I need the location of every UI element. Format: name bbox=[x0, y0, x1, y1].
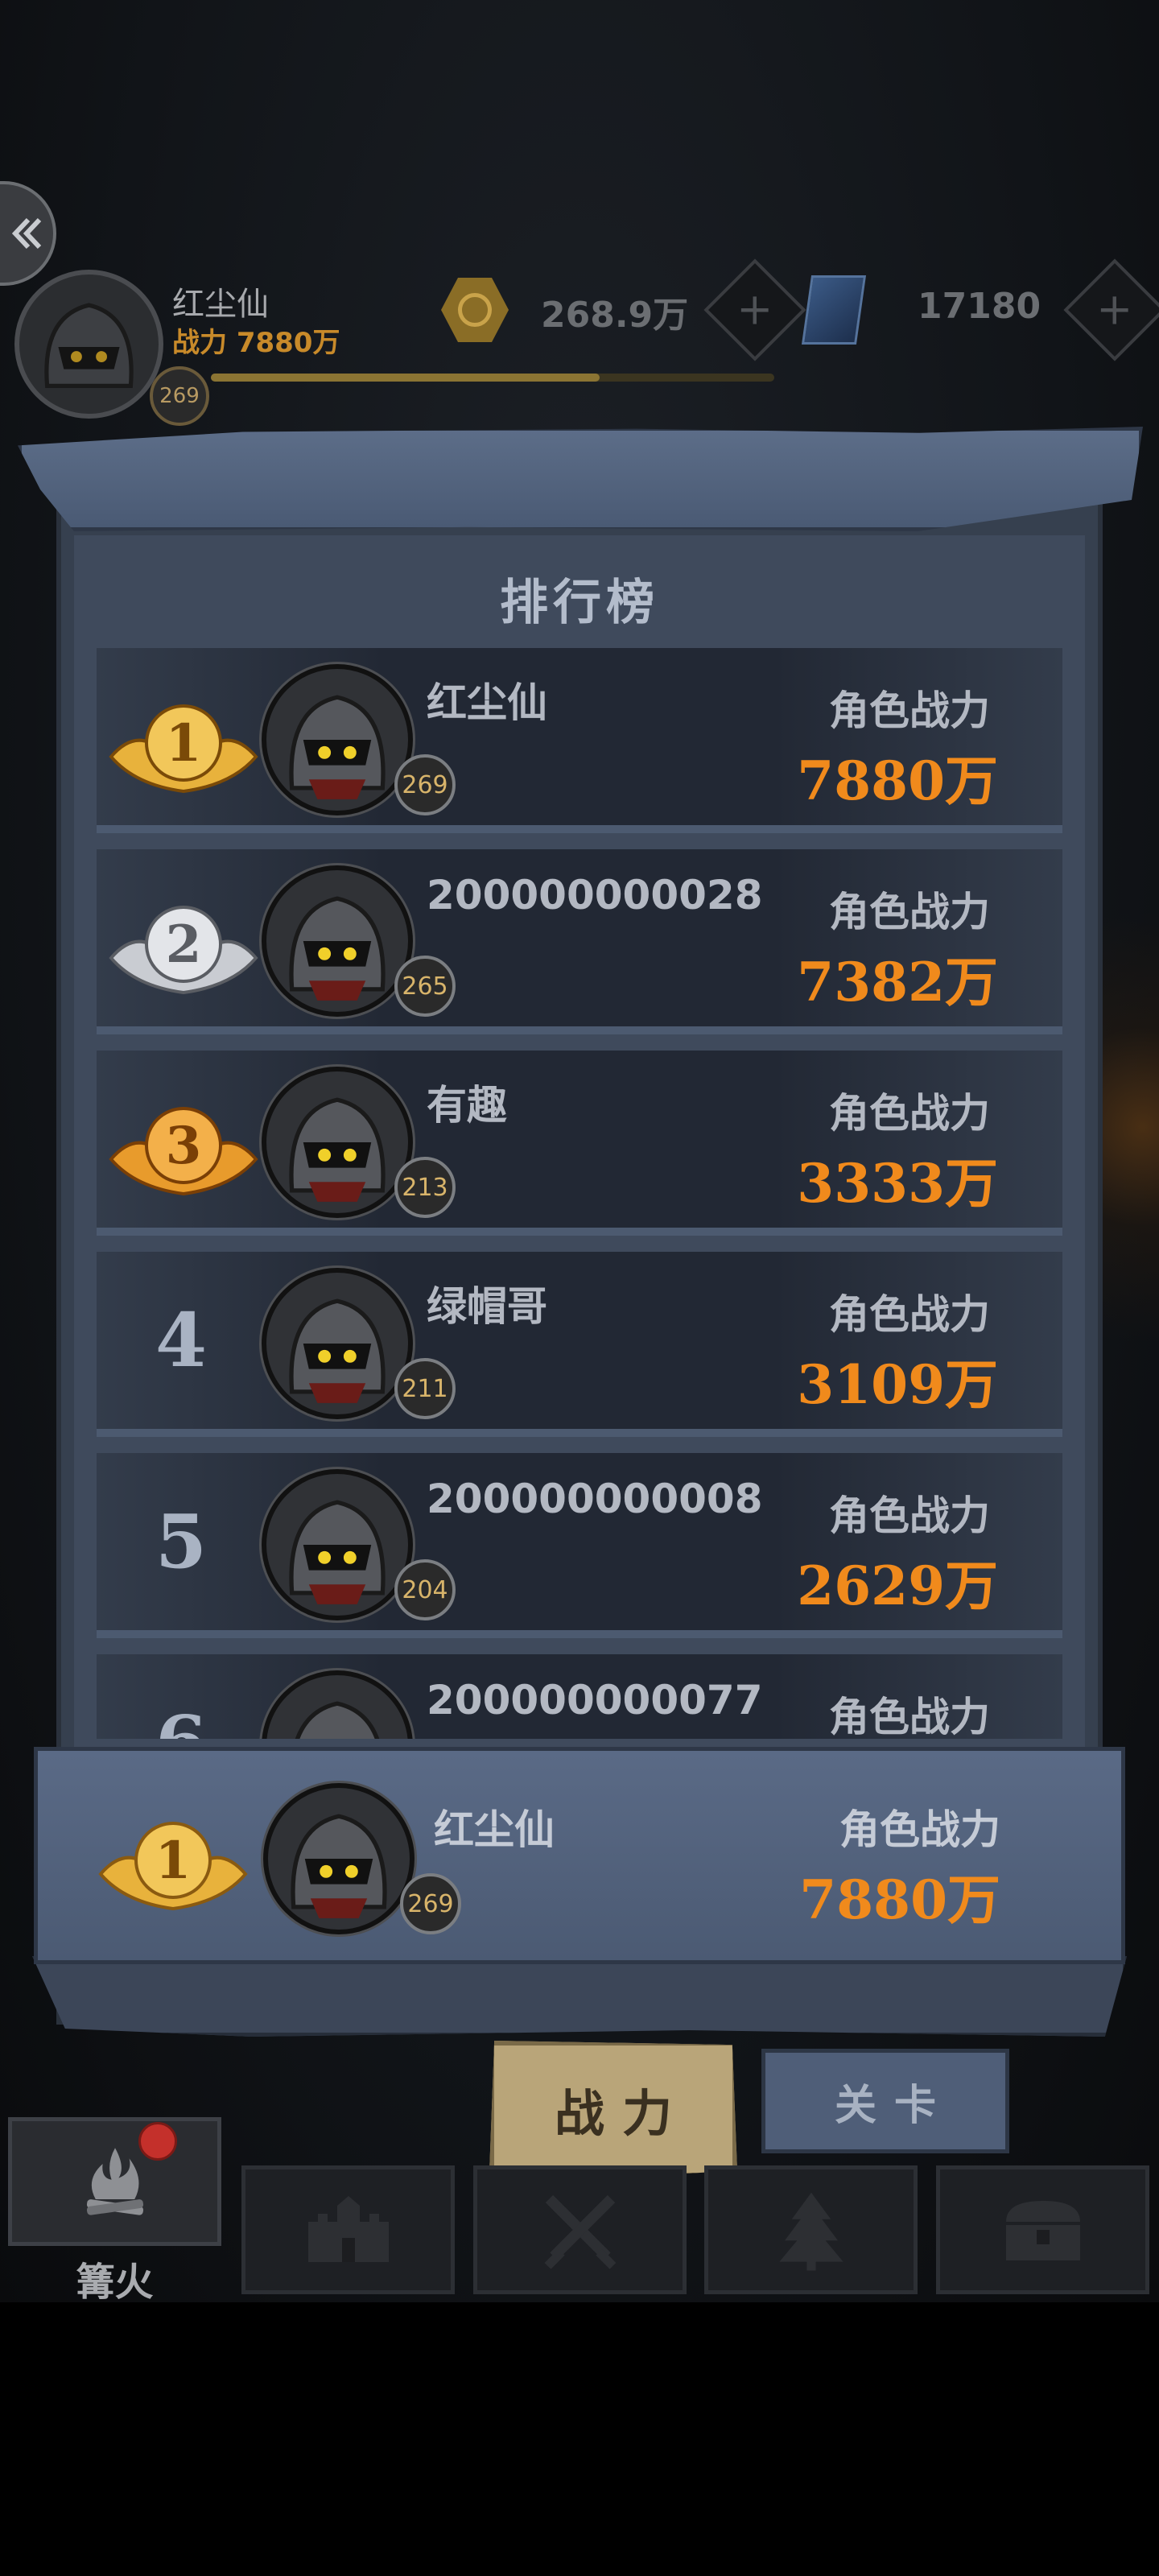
level-badge: 269 bbox=[394, 754, 456, 815]
player-name: 200000000077 bbox=[427, 1677, 763, 1724]
xp-bar-fill bbox=[211, 374, 600, 382]
rank-row[interactable]: 3 213 有趣 角色战力 3333万 bbox=[97, 1051, 1062, 1236]
ranking-title: 排行榜 bbox=[500, 575, 659, 631]
level-badge: 265 bbox=[394, 956, 456, 1017]
gold-medal-rank-1-icon: 1 bbox=[98, 1822, 248, 1911]
level-badge: 204 bbox=[394, 1559, 456, 1620]
rank-number: 4 bbox=[155, 1297, 207, 1384]
plus-icon: + bbox=[736, 284, 773, 335]
power-label: 角色战力 bbox=[829, 687, 990, 734]
tree-icon bbox=[778, 2192, 843, 2271]
level-badge: 211 bbox=[394, 1358, 456, 1419]
player-level-badge: 269 bbox=[150, 366, 209, 426]
svg-text:1: 1 bbox=[155, 1831, 192, 1891]
nav-battle[interactable] bbox=[473, 2165, 687, 2294]
double-chevron-left-icon bbox=[11, 217, 42, 250]
power-label: 角色战力 bbox=[829, 889, 990, 935]
rank-row[interactable]: 5 204 200000000008 角色战力 2629万 bbox=[97, 1453, 1062, 1638]
player-power: 战力 7880万 bbox=[172, 327, 340, 359]
self-level-badge: 269 bbox=[400, 1873, 461, 1934]
notification-dot bbox=[138, 2122, 177, 2161]
plus-icon: + bbox=[1096, 284, 1133, 335]
tab-power-label: 战力 bbox=[554, 2084, 690, 2143]
tab-power[interactable]: 战力 bbox=[489, 2041, 737, 2178]
level-badge: 213 bbox=[394, 1157, 456, 1218]
power-value: 7382万 bbox=[797, 951, 998, 1013]
knight-helmet-icon bbox=[291, 1814, 387, 1918]
power-value: 3333万 bbox=[797, 1152, 998, 1215]
gems-value: 17180 bbox=[918, 286, 1041, 327]
self-name: 红尘仙 bbox=[434, 1806, 555, 1853]
player-avatar[interactable] bbox=[262, 1469, 413, 1620]
knight-helmet-icon bbox=[289, 896, 386, 1001]
nav-campfire-label: 篝火 bbox=[76, 2260, 154, 2305]
player-avatar[interactable] bbox=[262, 1067, 413, 1218]
rank-row[interactable]: 1 269 红尘仙 角色战力 7880万 bbox=[97, 648, 1062, 833]
player-avatar[interactable] bbox=[262, 1670, 413, 1739]
nav-campfire[interactable] bbox=[8, 2117, 221, 2246]
rank-row[interactable]: 2 265 200000000028 角色战力 7382万 bbox=[97, 849, 1062, 1034]
knight-helmet-icon bbox=[289, 1097, 386, 1202]
player-name: 绿帽哥 bbox=[427, 1283, 547, 1330]
knight-helmet-icon bbox=[289, 695, 386, 799]
player-name: 红尘仙 bbox=[172, 286, 269, 323]
rank-number: 6 bbox=[97, 1654, 266, 1739]
treasure-chest-icon bbox=[1005, 2201, 1080, 2260]
nav-castle[interactable] bbox=[241, 2165, 455, 2294]
knight-helmet-icon bbox=[295, 1701, 380, 1739]
power-label: 角色战力 bbox=[829, 1090, 990, 1137]
screen-bottom-area bbox=[0, 2302, 1159, 2576]
player-avatar[interactable] bbox=[262, 664, 413, 815]
crossed-swords-icon bbox=[544, 2194, 616, 2269]
gem-icon bbox=[801, 275, 867, 345]
knight-helmet-icon bbox=[289, 1500, 386, 1604]
player-xp-bar bbox=[211, 374, 774, 382]
self-power-label: 角色战力 bbox=[839, 1806, 1000, 1853]
medal-rank-icon: 1 bbox=[109, 704, 258, 794]
player-avatar[interactable] bbox=[262, 865, 413, 1017]
power-label: 角色战力 bbox=[829, 1291, 990, 1338]
rank-row[interactable]: 6 200000000077 角色战力 bbox=[97, 1654, 1062, 1739]
knight-helmet-icon bbox=[289, 1298, 386, 1403]
medal-rank-icon: 3 bbox=[109, 1107, 258, 1196]
power-value: 7880万 bbox=[797, 749, 998, 812]
tab-stage-label: 关卡 bbox=[834, 2081, 954, 2130]
rank-row[interactable]: 4 211 绿帽哥 角色战力 3109万 bbox=[97, 1252, 1062, 1437]
player-name: 有趣 bbox=[427, 1082, 507, 1129]
power-label: 角色战力 bbox=[829, 1694, 990, 1739]
self-avatar[interactable] bbox=[263, 1783, 415, 1934]
rank-number: 5 bbox=[155, 1498, 207, 1585]
nav-treasure[interactable] bbox=[936, 2165, 1149, 2294]
player-avatar[interactable] bbox=[14, 270, 163, 419]
power-label: 角色战力 bbox=[829, 1492, 990, 1539]
ranking-list[interactable]: 1 269 红尘仙 角色战力 7880万 2 265 200000000028 角色战力 7382… bbox=[97, 648, 1062, 1739]
player-avatar[interactable] bbox=[262, 1268, 413, 1419]
nav-forest[interactable] bbox=[704, 2165, 918, 2294]
player-name: 200000000028 bbox=[427, 872, 763, 919]
scroll-top-roll bbox=[18, 427, 1143, 531]
power-value: 3109万 bbox=[797, 1353, 998, 1416]
medal-rank-number: 2 bbox=[166, 914, 202, 975]
player-name: 200000000008 bbox=[427, 1476, 763, 1522]
medal-rank-icon: 2 bbox=[109, 906, 258, 995]
coins-value: 268.9万 bbox=[541, 295, 689, 336]
knight-helmet-icon bbox=[44, 303, 134, 388]
medal-rank-number: 3 bbox=[166, 1116, 202, 1176]
scroll-bottom-roll bbox=[32, 1956, 1127, 2037]
medal-rank-number: 1 bbox=[166, 713, 202, 774]
power-value: 2629万 bbox=[797, 1554, 998, 1617]
self-rank-row: 1 269 红尘仙 角色战力 7880万 bbox=[34, 1747, 1125, 1964]
castle-icon bbox=[307, 2196, 389, 2262]
tab-stage[interactable]: 关卡 bbox=[761, 2049, 1009, 2153]
self-power-value: 7880万 bbox=[799, 1868, 1000, 1931]
player-name: 红尘仙 bbox=[427, 679, 547, 726]
